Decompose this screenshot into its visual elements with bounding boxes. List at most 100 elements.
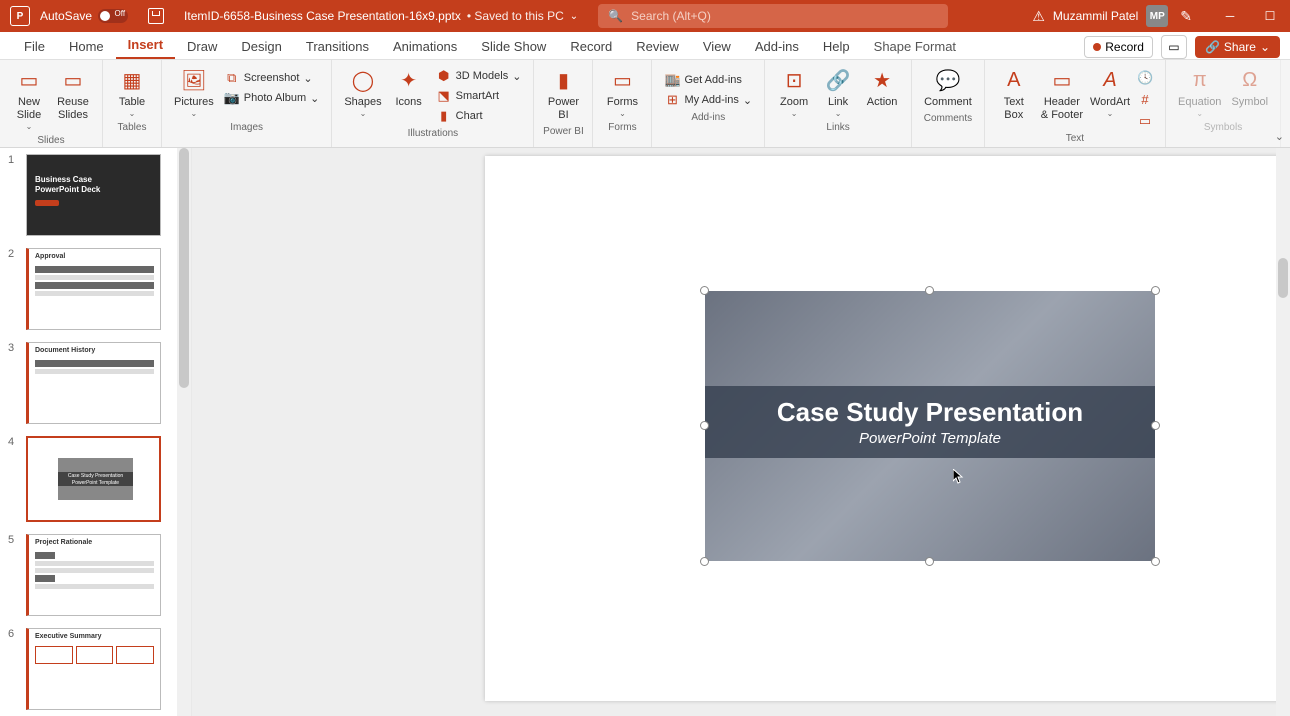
slide-number: 1 xyxy=(8,154,20,236)
resize-handle-e[interactable] xyxy=(1151,421,1160,430)
document-filename[interactable]: ItemID-6658-Business Case Presentation-1… xyxy=(184,9,461,23)
group-label: Tables xyxy=(118,120,147,135)
tab-addins[interactable]: Add-ins xyxy=(743,34,811,59)
group-addins: 🏬Get Add-ins ⊞My Add-ins ⌄ Add-ins xyxy=(652,60,765,147)
header-footer-button[interactable]: ▭Header & Footer xyxy=(1037,64,1087,124)
maximize-button[interactable]: ☐ xyxy=(1250,0,1290,32)
toggle-icon: Off xyxy=(98,9,128,23)
tab-review[interactable]: Review xyxy=(624,34,691,59)
forms-icon: ▭ xyxy=(608,66,636,94)
search-input[interactable] xyxy=(631,9,938,23)
tab-record[interactable]: Record xyxy=(558,34,624,59)
tab-shape-format[interactable]: Shape Format xyxy=(862,34,968,59)
my-addins-button[interactable]: ⊞My Add-ins ⌄ xyxy=(660,90,756,110)
scrollbar-handle[interactable] xyxy=(1278,258,1288,298)
present-mode-button[interactable]: ▭ xyxy=(1161,35,1187,59)
table-button[interactable]: ▦Table⌄ xyxy=(111,64,153,120)
record-button[interactable]: Record xyxy=(1084,36,1153,58)
account-button[interactable]: ⚠ Muzammil Patel MP xyxy=(1032,5,1168,27)
comment-button[interactable]: 💬Comment xyxy=(920,64,976,111)
minimize-button[interactable]: ─ xyxy=(1210,0,1250,32)
group-symbols: πEquation⌄ ΩSymbol Symbols xyxy=(1166,60,1281,147)
tab-file[interactable]: File xyxy=(12,34,57,59)
thumbnail-preview: Approval xyxy=(26,248,161,330)
resize-handle-w[interactable] xyxy=(700,421,709,430)
thumbnail-slide-4[interactable]: 4 Case Study PresentationPowerPoint Temp… xyxy=(0,430,191,528)
3d-models-button[interactable]: ⬢3D Models ⌄ xyxy=(432,66,526,86)
tab-home[interactable]: Home xyxy=(57,34,116,59)
resize-handle-sw[interactable] xyxy=(700,557,709,566)
thumbnails-scrollbar[interactable] xyxy=(177,148,191,716)
save-icon[interactable] xyxy=(148,8,164,24)
link-button[interactable]: 🔗Link⌄ xyxy=(817,64,859,120)
screenshot-button[interactable]: ⧉Screenshot ⌄ xyxy=(220,68,324,88)
slide-thumbnails-panel[interactable]: 1 Business Case PowerPoint Deck 2 Approv… xyxy=(0,148,192,716)
chevron-down-icon[interactable]: ⌄ xyxy=(570,11,578,22)
resize-handle-ne[interactable] xyxy=(1151,286,1160,295)
tab-insert[interactable]: Insert xyxy=(116,32,175,59)
thumbnail-preview: Document History xyxy=(26,342,161,424)
slide-number: 3 xyxy=(8,342,20,424)
user-avatar: MP xyxy=(1146,5,1168,27)
slide-canvas[interactable]: Case Study Presentation PowerPoint Templ… xyxy=(192,148,1290,716)
textbox-button[interactable]: AText Box xyxy=(993,64,1035,124)
date-time-button[interactable]: 🕓 xyxy=(1133,68,1157,88)
resize-handle-se[interactable] xyxy=(1151,557,1160,566)
reuse-slides-icon: ▭ xyxy=(59,66,87,94)
tab-view[interactable]: View xyxy=(691,34,743,59)
tab-draw[interactable]: Draw xyxy=(175,34,229,59)
scrollbar-handle[interactable] xyxy=(179,148,189,388)
resize-handle-n[interactable] xyxy=(925,286,934,295)
tab-design[interactable]: Design xyxy=(229,34,293,59)
pictures-button[interactable]: 🖼Pictures⌄ xyxy=(170,64,218,120)
wordart-button[interactable]: AWordArt⌄ xyxy=(1089,64,1131,120)
current-slide[interactable]: Case Study Presentation PowerPoint Templ… xyxy=(485,156,1290,701)
thumbnail-slide-6[interactable]: 6 Executive Summary xyxy=(0,622,191,716)
title-bar: P AutoSave Off ItemID-6658-Business Case… xyxy=(0,0,1290,32)
chart-button[interactable]: ▮Chart xyxy=(432,106,526,126)
tab-help[interactable]: Help xyxy=(811,34,862,59)
thumbnail-slide-1[interactable]: 1 Business Case PowerPoint Deck xyxy=(0,148,191,242)
collapse-ribbon-button[interactable]: ⌄ xyxy=(1275,130,1284,143)
coming-soon-icon[interactable]: ✎ xyxy=(1180,8,1192,25)
selected-image[interactable]: Case Study Presentation PowerPoint Templ… xyxy=(705,291,1155,561)
symbol-icon: Ω xyxy=(1236,66,1264,94)
powerbi-icon: ▮ xyxy=(549,66,577,94)
reuse-slides-button[interactable]: ▭Reuse Slides xyxy=(52,64,94,124)
powerbi-button[interactable]: ▮Power BI xyxy=(542,64,584,124)
pictures-icon: 🖼 xyxy=(180,66,208,94)
get-addins-button[interactable]: 🏬Get Add-ins xyxy=(660,70,756,90)
resize-handle-s[interactable] xyxy=(925,557,934,566)
store-icon: 🏬 xyxy=(664,72,680,88)
zoom-button[interactable]: ⊡Zoom⌄ xyxy=(773,64,815,120)
number-icon: # xyxy=(1137,92,1153,107)
user-name: Muzammil Patel xyxy=(1053,9,1138,23)
new-slide-icon: ▭ xyxy=(15,66,43,94)
forms-button[interactable]: ▭Forms⌄ xyxy=(601,64,643,120)
tab-animations[interactable]: Animations xyxy=(381,34,469,59)
group-label: Links xyxy=(826,120,849,135)
object-button[interactable]: ▭ xyxy=(1133,111,1157,131)
new-slide-button[interactable]: ▭New Slide⌄ xyxy=(8,64,50,133)
share-button[interactable]: 🔗 Share ⌄ xyxy=(1195,36,1280,58)
slide-number-button[interactable]: # xyxy=(1133,90,1157,109)
canvas-scrollbar[interactable] xyxy=(1276,148,1290,716)
thumbnail-slide-2[interactable]: 2 Approval xyxy=(0,242,191,336)
autosave-toggle[interactable]: AutoSave Off xyxy=(40,9,128,23)
group-label: Symbols xyxy=(1204,120,1242,135)
thumbnail-slide-5[interactable]: 5 Project Rationale xyxy=(0,528,191,622)
tab-transitions[interactable]: Transitions xyxy=(294,34,381,59)
photo-album-button[interactable]: 📷Photo Album ⌄ xyxy=(220,88,324,108)
group-links: ⊡Zoom⌄ 🔗Link⌄ ★Action Links xyxy=(765,60,912,147)
search-box[interactable]: 🔍 xyxy=(598,4,948,28)
shapes-button[interactable]: ◯Shapes⌄ xyxy=(340,64,385,120)
screenshot-icon: ⧉ xyxy=(224,70,240,86)
tab-slideshow[interactable]: Slide Show xyxy=(469,34,558,59)
wordart-icon: A xyxy=(1096,66,1124,94)
icons-button[interactable]: ✦Icons xyxy=(388,64,430,111)
action-button[interactable]: ★Action xyxy=(861,64,903,111)
smartart-button[interactable]: ⬔SmartArt xyxy=(432,86,526,106)
equation-button: πEquation⌄ xyxy=(1174,64,1225,120)
resize-handle-nw[interactable] xyxy=(700,286,709,295)
thumbnail-slide-3[interactable]: 3 Document History xyxy=(0,336,191,430)
